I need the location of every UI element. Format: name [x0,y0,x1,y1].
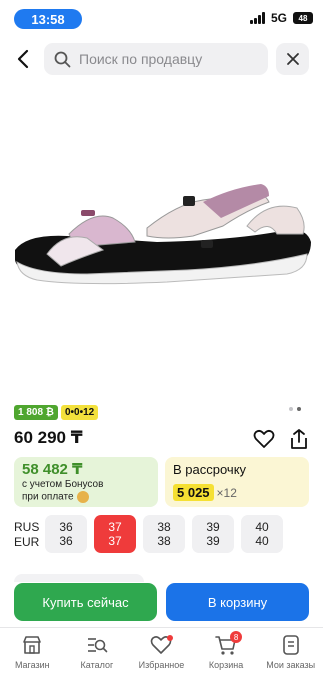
status-indicators: 5G 48 [249,11,313,25]
search-header [0,40,323,78]
carousel-dot [289,407,293,411]
search-input[interactable] [79,51,259,67]
network-type: 5G [270,11,287,25]
back-arrow-icon [17,49,29,69]
size-option[interactable]: 38 38 [143,515,185,553]
back-button[interactable] [10,46,36,72]
bonus-price-card[interactable]: 58 482 ₸ с учетом Бонусов при оплате [14,457,158,507]
partially-hidden-card [14,574,144,582]
orders-icon [282,635,299,655]
installment-title: В рассрочку [173,462,247,477]
nav-item-store[interactable]: Магазин [0,634,64,699]
battery-icon: 48 [293,12,313,24]
size-label-eur: EUR [14,535,40,549]
installment-amount: 5 025 [173,484,214,501]
nav-item-cart[interactable]: 8 Корзина [194,631,258,699]
close-search-button[interactable] [276,43,309,75]
nav-label-orders: Мои заказы [266,660,316,670]
cart-count-badge: 8 [230,631,243,643]
size-option[interactable]: 39 39 [192,515,234,553]
catalog-icon [87,638,108,653]
favorites-indicator-dot [167,635,174,641]
size-eur: 36 [59,534,73,548]
nav-label-catalog: Каталог [80,660,114,670]
size-eur: 39 [206,534,220,548]
buy-now-button[interactable]: Купить сейчас [14,583,157,621]
size-rus: 39 [206,520,220,534]
size-rus: 37 [108,520,122,534]
size-option-selected[interactable]: 37 37 [94,515,136,553]
installment-multiplier: ×12 [216,485,237,500]
nav-label-favorites: Избранное [138,660,185,670]
nav-label-store: Магазин [14,660,50,670]
bonus-note-line2: при оплате [22,491,74,503]
installment-badge: 0•0•12 [60,405,99,420]
size-rus: 36 [59,520,73,534]
share-icon[interactable] [288,428,310,450]
favorite-heart-icon[interactable] [253,429,275,449]
product-image[interactable] [0,90,323,400]
size-eur: 40 [255,534,269,548]
installment-row: 5 025 ×12 [173,484,301,501]
bottom-navigation: Магазин Каталог Избранное 8 Корзина Мои … [0,627,323,699]
nav-item-favorites[interactable]: Избранное [129,634,193,699]
product-badges: 1 808 ₿ 0•0•12 [14,405,99,420]
size-rus: 40 [255,520,269,534]
size-rus: 38 [157,520,171,534]
search-bar[interactable] [44,43,268,75]
size-option[interactable]: 36 36 [45,515,87,553]
bonus-price: 58 482 ₸ [22,461,83,478]
size-eur: 37 [108,534,122,548]
bonus-badge: 1 808 ₿ [14,405,58,420]
size-label-rus: RUS [14,520,40,534]
nav-item-catalog[interactable]: Каталог [65,634,129,699]
size-eur: 38 [157,534,171,548]
carousel-dot-active [297,407,301,411]
search-icon [54,51,71,67]
size-system-labels: RUS EUR [14,520,39,550]
signal-icon [249,12,265,24]
add-to-cart-button[interactable]: В корзину [166,583,309,621]
size-option[interactable]: 40 40 [241,515,283,553]
sandal-image [14,184,311,285]
store-icon [23,636,42,654]
bonus-coin-icon [76,491,89,503]
battery-level: 48 [298,13,308,23]
nav-label-cart: Корзина [208,660,244,670]
bonus-note-line2-wrap: при оплате [22,491,150,504]
status-bar: 13:58 5G 48 [0,0,323,36]
bonus-note-line1: с учетом Бонусов [22,479,104,490]
close-icon [286,53,299,65]
image-carousel-dots[interactable] [289,407,301,411]
product-price: 60 290 ₸ [14,428,83,447]
status-time: 13:58 [14,9,82,29]
size-selector: 36 36 37 37 38 38 39 39 40 40 [45,515,283,553]
installment-card[interactable]: В рассрочку 5 025 ×12 [165,457,309,507]
nav-item-orders[interactable]: Мои заказы [259,634,323,699]
